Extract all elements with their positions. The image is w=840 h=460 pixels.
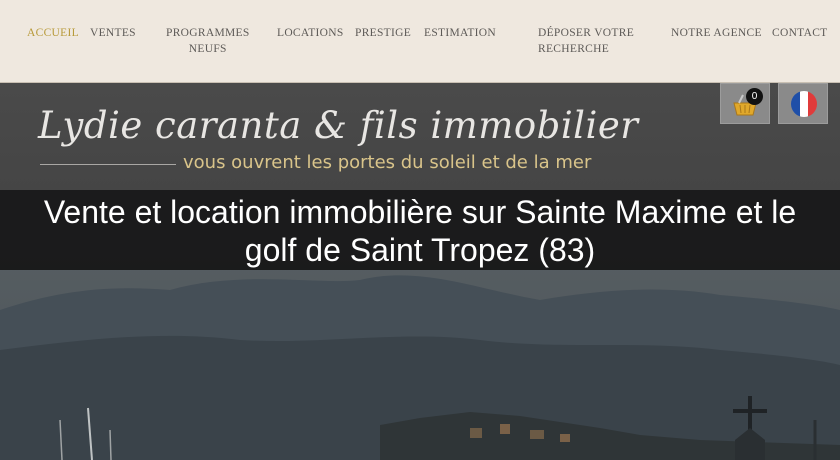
- top-navigation: ACCUEIL VENTES PROGRAMMES NEUFS LOCATION…: [0, 0, 840, 83]
- nav-item-label: DÉPOSER VOTRE: [538, 27, 635, 39]
- nav-item-contact[interactable]: CONTACT: [772, 25, 827, 41]
- nav-item-ventes[interactable]: VENTES: [90, 25, 136, 41]
- page-headline: Vente et location immobilière sur Sainte…: [0, 193, 840, 269]
- nav-item-locations[interactable]: LOCATIONS: [277, 25, 344, 41]
- nav-item-label-second-line: RECHERCHE: [538, 43, 610, 55]
- nav-item-deposer-recherche[interactable]: DÉPOSER VOTRE RECHERCHE: [538, 25, 634, 57]
- nav-item-estimation[interactable]: ESTIMATION: [424, 25, 496, 41]
- language-selector-button[interactable]: [778, 83, 828, 124]
- brand-logo-text[interactable]: Lydie caranta & fils immobilier: [38, 104, 638, 147]
- page-headline-line-1: Vente et location immobilière sur Sainte…: [43, 194, 797, 230]
- nav-item-prestige[interactable]: PRESTIGE: [355, 25, 411, 41]
- nav-item-notre-agence[interactable]: NOTRE AGENCE: [671, 25, 762, 41]
- nav-item-label-second-line: NEUFS: [188, 43, 227, 55]
- page-headline-line-2: golf de Saint Tropez (83): [244, 232, 596, 268]
- french-flag-icon: [791, 91, 817, 117]
- cart-count-badge: 0: [746, 88, 763, 105]
- brand-tagline: vous ouvrent les portes du soleil et de …: [183, 152, 592, 173]
- nav-item-label: PROGRAMMES: [166, 27, 250, 39]
- cart-button[interactable]: [720, 83, 770, 124]
- nav-item-accueil[interactable]: ACCUEIL: [27, 25, 79, 41]
- nav-item-programmes-neufs[interactable]: PROGRAMMES NEUFS: [166, 25, 250, 57]
- brand-underline: [40, 164, 176, 165]
